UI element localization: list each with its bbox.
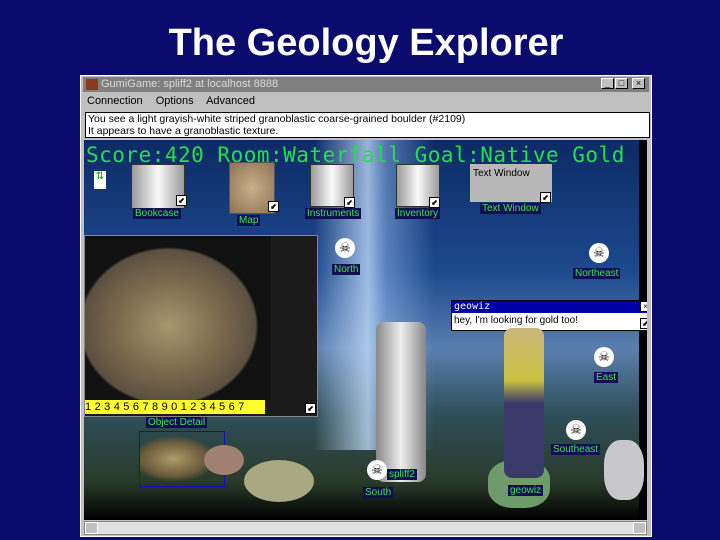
- exit-east[interactable]: East: [594, 372, 619, 383]
- south-exit-icon[interactable]: ☠: [367, 460, 387, 480]
- bookcase-label[interactable]: Bookcase: [133, 208, 181, 219]
- player-name-geowiz: geowiz: [508, 485, 544, 496]
- message-output[interactable]: You see a light grayish-white striped gr…: [85, 112, 650, 138]
- resize-icon: ⬋: [344, 197, 355, 208]
- east-exit-icon[interactable]: ☠: [594, 347, 614, 367]
- text-window-label[interactable]: Text Window: [480, 203, 541, 214]
- window-title: GumiGame: spliff2 at localhost 8888: [101, 78, 279, 90]
- instruments-label[interactable]: Instruments: [305, 208, 362, 219]
- game-scene[interactable]: Score:420 Room:Waterfall Goal:Native Gol…: [84, 140, 647, 520]
- horizontal-scrollbar[interactable]: [84, 521, 647, 535]
- north-exit-icon[interactable]: ☠: [335, 238, 355, 258]
- message-line: You see a light grayish-white striped gr…: [88, 113, 466, 125]
- message-line: It appears to have a granoblastic textur…: [88, 125, 279, 137]
- rock[interactable]: [604, 440, 644, 500]
- player-avatar-spliff2[interactable]: [376, 322, 426, 482]
- exit-northeast[interactable]: Northeast: [573, 268, 621, 279]
- map-label[interactable]: Map: [237, 215, 261, 226]
- refresh-icon[interactable]: ⇅: [94, 171, 106, 189]
- chat-close-button[interactable]: ×: [640, 301, 647, 312]
- window-title-bar[interactable]: GumiGame: spliff2 at localhost 8888: [83, 77, 649, 92]
- chat-title: geowiz: [452, 301, 647, 313]
- rock[interactable]: [244, 460, 314, 502]
- boulder-image: [85, 236, 271, 400]
- menu-connection[interactable]: Connection: [87, 95, 143, 107]
- exit-north[interactable]: North: [332, 264, 361, 275]
- minimize-button[interactable]: _: [601, 78, 614, 89]
- object-detail-panel[interactable]: 1 2 3 4 5 6 7 8 9 0 1 2 3 4 5 6 7 ⬋: [84, 235, 318, 417]
- exit-south[interactable]: South: [363, 487, 394, 498]
- resize-icon: ⬋: [305, 403, 316, 414]
- scale-ruler: 1 2 3 4 5 6 7 8 9 0 1 2 3 4 5 6 7: [85, 400, 265, 414]
- scroll-left-button[interactable]: [85, 522, 98, 534]
- object-detail-label: Object Detail: [146, 417, 208, 428]
- southeast-exit-icon[interactable]: ☠: [566, 420, 586, 440]
- menu-advanced[interactable]: Advanced: [206, 95, 255, 107]
- exit-southeast[interactable]: Southeast: [551, 444, 601, 455]
- rock[interactable]: [204, 445, 244, 475]
- slide-title: The Geology Explorer: [168, 22, 564, 64]
- chat-text: hey, I'm looking for gold too!: [454, 315, 579, 326]
- maximize-button[interactable]: □: [615, 78, 628, 89]
- close-button[interactable]: ×: [632, 78, 645, 89]
- resize-icon: ⬋: [176, 195, 187, 206]
- inventory-label[interactable]: Inventory: [395, 208, 441, 219]
- resize-icon: ⬋: [268, 201, 279, 212]
- player-name-spliff2: spliff2: [387, 469, 417, 480]
- gumigame-window: GumiGame: spliff2 at localhost 8888 _ □ …: [80, 75, 652, 537]
- resize-icon: ⬋: [429, 197, 440, 208]
- scroll-right-button[interactable]: [633, 522, 646, 534]
- player-avatar-geowiz[interactable]: [504, 328, 544, 478]
- menu-bar: Connection Options Advanced: [87, 95, 265, 107]
- resize-icon: ⬋: [640, 318, 647, 329]
- northeast-exit-icon[interactable]: ☠: [589, 243, 609, 263]
- menu-options[interactable]: Options: [156, 95, 194, 107]
- resize-icon: ⬋: [540, 192, 551, 203]
- chat-window[interactable]: geowiz × hey, I'm looking for gold too! …: [451, 300, 647, 331]
- app-icon: [86, 79, 98, 90]
